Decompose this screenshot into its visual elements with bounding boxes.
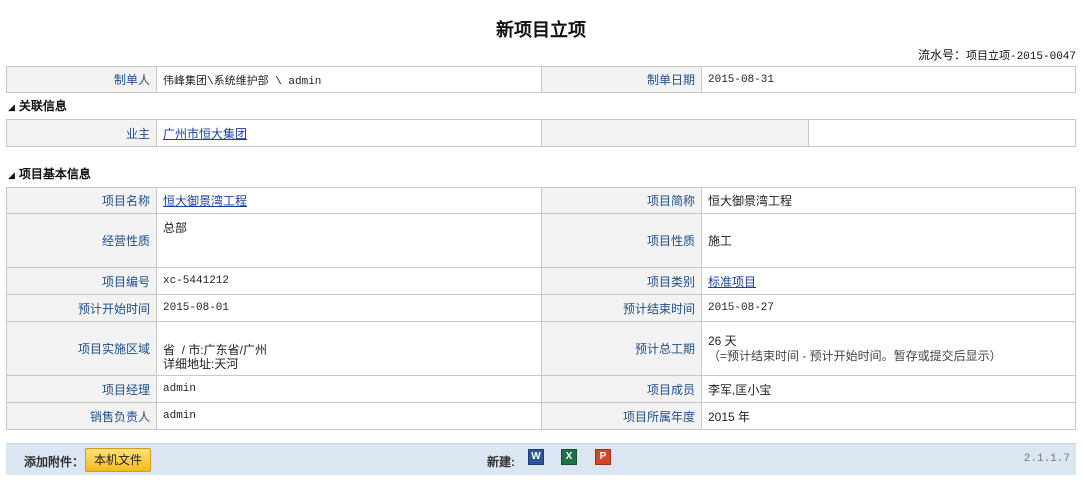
project-category-link[interactable]: 标准项目 <box>708 275 756 289</box>
related-empty-cell <box>541 119 809 147</box>
project-property-label: 项目性质 <box>541 213 702 268</box>
related-empty-cell-2 <box>808 119 1076 147</box>
collapse-triangle-icon: ◢ <box>8 170 15 180</box>
basic-section-header[interactable]: ◢ 项目基本信息 <box>8 165 91 182</box>
project-property-value: 施工 <box>701 213 1076 268</box>
sales-owner-value: admin <box>156 402 542 430</box>
total-duration-label: 预计总工期 <box>541 321 702 376</box>
page-title: 新项目立项 <box>496 20 586 40</box>
collapse-triangle-icon: ◢ <box>8 102 15 112</box>
related-section-title: 关联信息 <box>18 99 67 113</box>
powerpoint-icon[interactable]: P <box>595 449 611 465</box>
serial-label: 流水号： <box>917 48 966 62</box>
end-date-value: 2015-08-27 <box>701 294 1076 322</box>
owner-link[interactable]: 广州市恒大集团 <box>163 127 247 141</box>
creator-value: 伟峰集团\系统维护部 \ admin <box>156 66 542 93</box>
project-name-link[interactable]: 恒大御景湾工程 <box>163 194 247 208</box>
add-attachment-label: 添加附件： <box>24 455 85 469</box>
area-address: 详细地址:天河 <box>163 357 239 371</box>
related-table: 业主 广州市恒大集团 <box>6 119 1076 147</box>
business-nature-label: 经营性质 <box>6 213 157 268</box>
project-year-value: 2015 年 <box>701 402 1076 430</box>
project-name-label: 项目名称 <box>6 187 157 214</box>
area-province-city: 省 / 市:广东省/广州 <box>163 343 268 357</box>
project-code-label: 项目编号 <box>6 267 157 295</box>
serial-number: 流水号：项目立项-2015-0047 <box>918 46 1076 63</box>
project-code-value: xc-5441212 <box>156 267 542 295</box>
start-date-value: 2015-08-01 <box>156 294 542 322</box>
word-icon[interactable]: W <box>528 449 544 465</box>
project-category-label: 项目类别 <box>541 267 702 295</box>
date-value: 2015-08-31 <box>701 66 1076 93</box>
related-section-header[interactable]: ◢ 关联信息 <box>8 97 67 114</box>
project-manager-label: 项目经理 <box>6 375 157 403</box>
project-members-label: 项目成员 <box>541 375 702 403</box>
local-file-button[interactable]: 本机文件 <box>85 448 151 472</box>
duration-days: 26 天 <box>708 333 737 348</box>
serial-value: 项目立项-2015-0047 <box>965 51 1076 63</box>
duration-note: （=预计结束时间 - 预计开始时间。暂存或提交后显示） <box>708 348 1002 363</box>
creator-label: 制单人 <box>6 66 157 93</box>
start-date-label: 预计开始时间 <box>6 294 157 322</box>
total-duration-value: 26 天 （=预计结束时间 - 预计开始时间。暂存或提交后显示） <box>701 321 1076 376</box>
basic-section-title: 项目基本信息 <box>18 167 91 181</box>
version-text: 2.1.1.7 <box>1023 453 1070 465</box>
project-short-label: 项目简称 <box>541 187 702 214</box>
basic-info-table: 项目名称 恒大御景湾工程 项目简称 恒大御景湾工程 经营性质 总部 项目性质 施… <box>6 187 1076 430</box>
owner-label: 业主 <box>6 119 157 147</box>
project-manager-value: admin <box>156 375 542 403</box>
project-members-value: 李军,匡小宝 <box>701 375 1076 403</box>
creator-table: 制单人 伟峰集团\系统维护部 \ admin 制单日期 2015-08-31 <box>6 66 1076 93</box>
end-date-label: 预计结束时间 <box>541 294 702 322</box>
project-short-value: 恒大御景湾工程 <box>701 187 1076 214</box>
sales-owner-label: 销售负责人 <box>6 402 157 430</box>
implementation-area-value: 省 / 市:广东省/广州 详细地址:天河 <box>156 321 542 376</box>
excel-icon[interactable]: X <box>561 449 577 465</box>
business-nature-value: 总部 <box>156 213 542 268</box>
new-document-label: 新建: <box>487 455 515 469</box>
project-year-label: 项目所属年度 <box>541 402 702 430</box>
date-label: 制单日期 <box>541 66 702 93</box>
attachment-bar: 添加附件： 本机文件 新建: W X P 2.1.1.7 <box>6 443 1076 475</box>
implementation-area-label: 项目实施区域 <box>6 321 157 376</box>
